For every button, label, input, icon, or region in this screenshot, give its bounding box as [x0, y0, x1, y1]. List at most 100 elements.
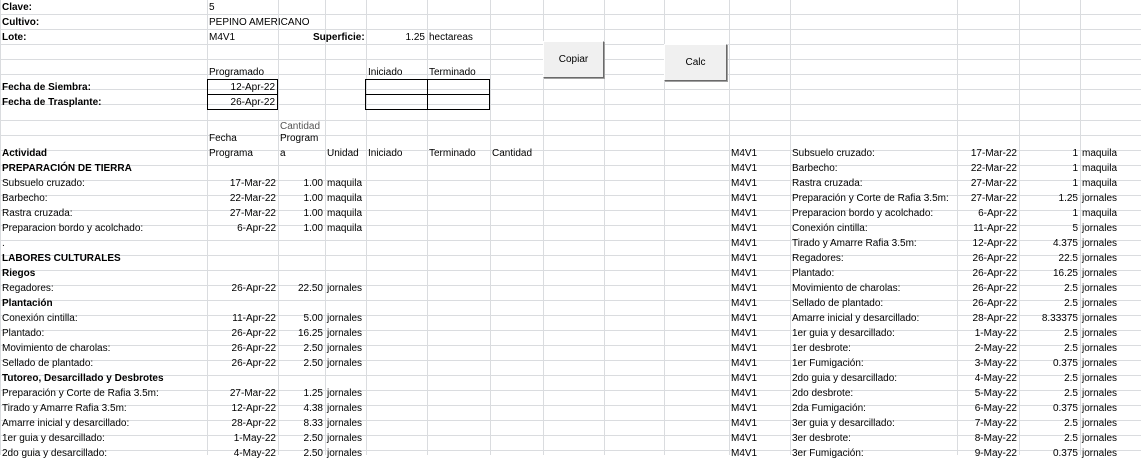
right-row-fecha[interactable]: 26-Apr-22 — [957, 266, 1019, 281]
right-row-actividad[interactable]: Subsuelo cruzado: — [790, 146, 877, 161]
right-row-lote[interactable]: M4V1 — [729, 176, 759, 191]
right-row-unidad[interactable]: maquila — [1080, 161, 1119, 176]
right-row-lote[interactable]: M4V1 — [729, 401, 759, 416]
left-row-cantidad[interactable]: 4.38 — [278, 401, 325, 416]
right-row-unidad[interactable]: maquila — [1080, 176, 1119, 191]
left-row-fecha[interactable]: 26-Apr-22 — [207, 326, 278, 341]
right-row-unidad[interactable]: jornales — [1080, 356, 1119, 371]
right-row-lote[interactable]: M4V1 — [729, 341, 759, 356]
calc-button[interactable]: Calc — [664, 44, 727, 81]
left-row-cantidad[interactable]: 2.50 — [278, 356, 325, 371]
left-row-cantidad[interactable]: 1.00 — [278, 206, 325, 221]
right-row-lote[interactable]: M4V1 — [729, 326, 759, 341]
left-row-actividad[interactable]: Riegos — [0, 266, 37, 281]
right-row-lote[interactable]: M4V1 — [729, 416, 759, 431]
left-row-actividad[interactable]: Subsuelo cruzado: — [0, 176, 87, 191]
right-row-unidad[interactable]: jornales — [1080, 296, 1119, 311]
right-row-actividad[interactable]: 1er desbrote: — [790, 341, 853, 356]
right-row-fecha[interactable]: 26-Apr-22 — [957, 281, 1019, 296]
right-row-actividad[interactable]: Plantado: — [790, 266, 836, 281]
right-row-actividad[interactable]: 3er desbrote: — [790, 431, 853, 446]
right-row-cantidad[interactable]: 2.5 — [1019, 341, 1080, 356]
right-row-unidad[interactable]: jornales — [1080, 431, 1119, 446]
left-row-actividad[interactable]: Rastra cruzada: — [0, 206, 75, 221]
right-row-actividad[interactable]: 2da Fumigación: — [790, 401, 868, 416]
right-row-cantidad[interactable]: 2.5 — [1019, 281, 1080, 296]
left-row-cantidad[interactable]: 1.00 — [278, 221, 325, 236]
left-row-unidad[interactable]: jornales — [325, 431, 364, 446]
right-row-lote[interactable]: M4V1 — [729, 296, 759, 311]
right-row-unidad[interactable]: jornales — [1080, 281, 1119, 296]
left-row-actividad[interactable]: Plantado: — [0, 326, 46, 341]
left-row-cantidad[interactable]: 22.50 — [278, 281, 325, 296]
right-row-unidad[interactable]: jornales — [1080, 221, 1119, 236]
left-row-unidad[interactable]: jornales — [325, 281, 364, 296]
right-row-unidad[interactable]: jornales — [1080, 446, 1119, 461]
right-row-fecha[interactable]: 1-May-22 — [957, 326, 1019, 341]
right-row-actividad[interactable]: 3er guia y desarcillado: — [790, 416, 897, 431]
right-row-cantidad[interactable]: 0.375 — [1019, 446, 1080, 461]
right-row-fecha[interactable]: 8-May-22 — [957, 431, 1019, 446]
left-row-fecha[interactable]: 26-Apr-22 — [207, 341, 278, 356]
left-row-fecha[interactable]: 12-Apr-22 — [207, 401, 278, 416]
left-row-fecha[interactable]: 11-Apr-22 — [207, 311, 278, 326]
left-row-cantidad[interactable]: 1.00 — [278, 176, 325, 191]
right-row-unidad[interactable]: maquila — [1080, 206, 1119, 221]
right-row-fecha[interactable]: 5-May-22 — [957, 386, 1019, 401]
right-row-actividad[interactable]: Conexión cintilla: — [790, 221, 870, 236]
right-row-lote[interactable]: M4V1 — [729, 206, 759, 221]
right-row-fecha[interactable]: 26-Apr-22 — [957, 251, 1019, 266]
left-row-actividad[interactable]: Amarre inicial y desarcillado: — [0, 416, 131, 431]
right-row-fecha[interactable]: 4-May-22 — [957, 371, 1019, 386]
right-row-lote[interactable]: M4V1 — [729, 431, 759, 446]
left-row-fecha[interactable]: 26-Apr-22 — [207, 281, 278, 296]
right-row-cantidad[interactable]: 1 — [1019, 176, 1080, 191]
left-row-unidad[interactable]: jornales — [325, 311, 364, 326]
right-row-fecha[interactable]: 2-May-22 — [957, 341, 1019, 356]
right-row-fecha[interactable]: 9-May-22 — [957, 446, 1019, 461]
left-row-fecha[interactable]: 4-May-22 — [207, 446, 278, 461]
right-row-actividad[interactable]: Movimiento de charolas: — [790, 281, 902, 296]
left-row-fecha[interactable]: 27-Mar-22 — [207, 386, 278, 401]
right-row-actividad[interactable]: Sellado de plantado: — [790, 296, 885, 311]
right-row-lote[interactable]: M4V1 — [729, 191, 759, 206]
right-row-lote[interactable]: M4V1 — [729, 356, 759, 371]
right-row-fecha[interactable]: 3-May-22 — [957, 356, 1019, 371]
right-row-cantidad[interactable]: 22.5 — [1019, 251, 1080, 266]
right-row-lote[interactable]: M4V1 — [729, 266, 759, 281]
right-row-cantidad[interactable]: 2.5 — [1019, 326, 1080, 341]
right-row-cantidad[interactable]: 2.5 — [1019, 386, 1080, 401]
right-row-unidad[interactable]: jornales — [1080, 416, 1119, 431]
right-row-cantidad[interactable]: 2.5 — [1019, 431, 1080, 446]
right-row-unidad[interactable]: jornales — [1080, 311, 1119, 326]
left-row-unidad[interactable]: maquila — [325, 191, 364, 206]
right-row-actividad[interactable]: 1er Fumigación: — [790, 356, 866, 371]
right-row-fecha[interactable]: 11-Apr-22 — [957, 221, 1019, 236]
right-row-actividad[interactable]: Preparacion bordo y acolchado: — [790, 206, 935, 221]
left-row-actividad[interactable]: 1er guia y desarcillado: — [0, 431, 107, 446]
right-row-actividad[interactable]: Barbecho: — [790, 161, 840, 176]
right-row-cantidad[interactable]: 1.25 — [1019, 191, 1080, 206]
right-row-cantidad[interactable]: 2.5 — [1019, 416, 1080, 431]
right-row-lote[interactable]: M4V1 — [729, 311, 759, 326]
right-row-cantidad[interactable]: 1 — [1019, 161, 1080, 176]
right-row-fecha[interactable]: 7-May-22 — [957, 416, 1019, 431]
right-row-fecha[interactable]: 27-Mar-22 — [957, 191, 1019, 206]
right-row-actividad[interactable]: 2do guia y desarcillado: — [790, 371, 899, 386]
left-row-unidad[interactable]: jornales — [325, 416, 364, 431]
left-row-actividad[interactable]: Plantación — [0, 296, 55, 311]
right-row-cantidad[interactable]: 8.33375 — [1019, 311, 1080, 326]
clave-value[interactable]: 5 — [207, 0, 217, 15]
left-row-unidad[interactable]: jornales — [325, 386, 364, 401]
right-row-fecha[interactable]: 6-May-22 — [957, 401, 1019, 416]
right-row-unidad[interactable]: jornales — [1080, 266, 1119, 281]
right-row-fecha[interactable]: 26-Apr-22 — [957, 296, 1019, 311]
left-row-fecha[interactable]: 26-Apr-22 — [207, 356, 278, 371]
right-row-unidad[interactable]: jornales — [1080, 326, 1119, 341]
copiar-button[interactable]: Copiar — [543, 41, 604, 78]
left-row-actividad[interactable]: Movimiento de charolas: — [0, 341, 112, 356]
right-row-cantidad[interactable]: 2.5 — [1019, 296, 1080, 311]
right-row-lote[interactable]: M4V1 — [729, 221, 759, 236]
left-row-actividad[interactable]: Regadores: — [0, 281, 56, 296]
right-row-actividad[interactable]: Tirado y Amarre Rafia 3.5m: — [790, 236, 919, 251]
